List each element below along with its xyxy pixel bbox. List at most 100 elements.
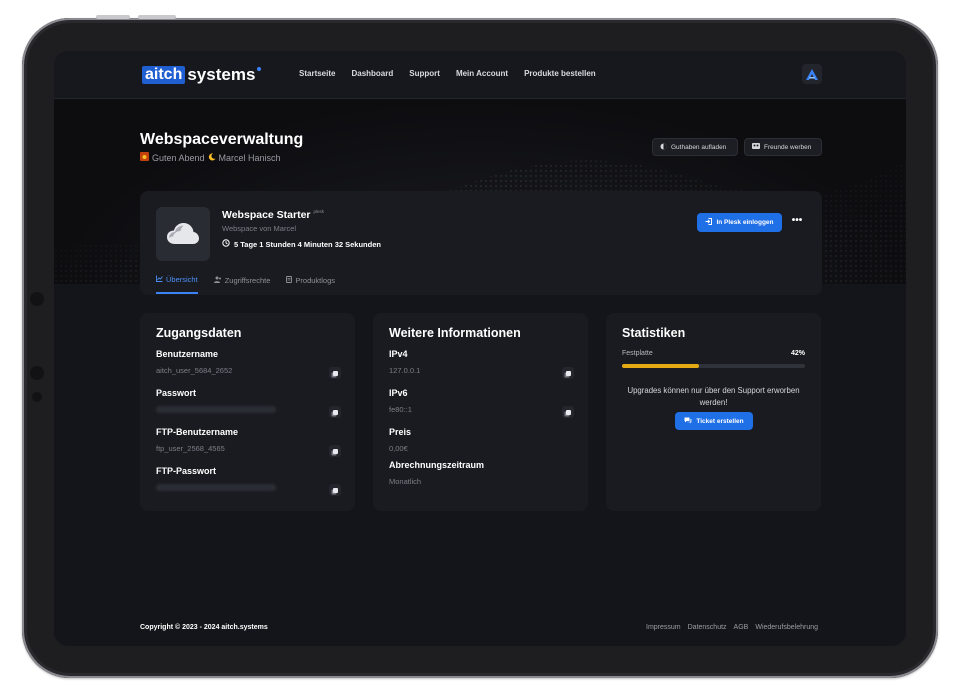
logo-text: systems bbox=[187, 65, 256, 84]
browser-screen: aitch systems Startseite Dashboard Suppo… bbox=[54, 51, 906, 646]
referral-label: Freunde werben bbox=[764, 143, 812, 151]
clock-icon bbox=[222, 239, 230, 249]
copy-icon bbox=[332, 487, 338, 493]
product-card: Webspace Starter plesk Webspace von Marce… bbox=[140, 191, 822, 295]
document-icon bbox=[286, 276, 293, 285]
credit-button[interactable]: Guthaben aufladen bbox=[652, 138, 738, 156]
billing-label: Abrechnungszeitraum bbox=[389, 460, 485, 470]
ftp-password-hidden-value bbox=[156, 484, 276, 491]
price-label: Preis bbox=[389, 427, 412, 437]
top-navbar: aitch systems Startseite Dashboard Suppo… bbox=[54, 51, 906, 99]
tablet-sensor bbox=[30, 366, 44, 380]
ftp-password-label: FTP-Passwort bbox=[156, 466, 217, 476]
ftp-username-field: FTP-Benutzername ftp_user_2568_4565 bbox=[156, 427, 341, 457]
credit-label: Guthaben aufladen bbox=[671, 143, 727, 151]
disk-usage-bar bbox=[622, 364, 805, 368]
tablet-camera bbox=[30, 292, 44, 306]
logo-dot bbox=[257, 67, 262, 71]
tablet-button-top bbox=[96, 15, 130, 19]
billing-field: Abrechnungszeitraum Monatlich bbox=[389, 460, 574, 486]
greeting-text: Guten Abend bbox=[152, 152, 205, 163]
ftp-username-label: FTP-Benutzername bbox=[156, 427, 239, 437]
ipv6-field: IPv6 fe80::1 bbox=[389, 388, 574, 418]
billing-value: Monatlich bbox=[389, 477, 422, 486]
ipv4-field: IPv4 127.0.0.1 bbox=[389, 349, 574, 379]
referral-button[interactable]: Freunde werben bbox=[744, 138, 822, 156]
disk-usage-header: Festplatte 42% bbox=[622, 350, 805, 357]
ipv4-label: IPv4 bbox=[389, 349, 408, 359]
product-name: Webspace Starter plesk bbox=[222, 209, 324, 221]
user-name: Marcel Hanisch bbox=[218, 152, 281, 163]
upgrade-note: Upgrades können nur über den Support erw… bbox=[627, 386, 800, 407]
plesk-login-label: In Plesk einloggen bbox=[716, 219, 774, 226]
footer-link-datenschutz[interactable]: Datenschutz bbox=[688, 624, 727, 631]
price-value: 0,00€ bbox=[389, 444, 408, 453]
copy-ftp-password-button[interactable] bbox=[329, 484, 341, 496]
main-nav: Startseite Dashboard Support Mein Accoun… bbox=[299, 69, 596, 78]
copy-ipv4-button[interactable] bbox=[562, 367, 574, 379]
tab-produktlogs-label: Produktlogs bbox=[295, 276, 336, 285]
ipv4-value: 127.0.0.1 bbox=[389, 366, 421, 375]
tab-uebersicht[interactable]: Übersicht bbox=[156, 275, 198, 294]
tab-zugriffsrechte[interactable]: Zugriffsrechte bbox=[213, 275, 270, 294]
product-tag: plesk bbox=[313, 209, 325, 214]
greeting: Guten Abend Marcel Hanisch bbox=[140, 152, 281, 163]
user-avatar[interactable] bbox=[802, 64, 822, 84]
nav-startseite[interactable]: Startseite bbox=[299, 69, 335, 78]
ipv6-value: fe80::1 bbox=[389, 405, 412, 414]
tab-produktlogs[interactable]: Produktlogs bbox=[286, 275, 335, 294]
copy-icon bbox=[332, 448, 338, 454]
moon-icon bbox=[208, 152, 216, 163]
ftp-password-field: FTP-Passwort bbox=[156, 466, 341, 496]
copy-ftp-username-button[interactable] bbox=[329, 445, 341, 457]
copy-password-button[interactable] bbox=[329, 406, 341, 418]
stats-card: Statistiken Festplatte 42% Upgrades könn… bbox=[606, 313, 821, 511]
info-title: Weitere Informationen bbox=[389, 326, 521, 340]
chart-icon bbox=[156, 275, 163, 284]
product-thumbnail bbox=[156, 207, 210, 261]
username-label: Benutzername bbox=[156, 349, 219, 359]
footer-copyright: Copyright © 2023 - 2024 aitch.systems bbox=[140, 624, 268, 631]
login-icon bbox=[705, 218, 713, 227]
password-hidden-value bbox=[156, 406, 276, 413]
product-tabs: Übersicht Zugriffsrechte Produktlogs bbox=[156, 275, 335, 294]
chat-icon bbox=[684, 417, 692, 426]
copy-icon bbox=[565, 370, 571, 376]
copy-icon bbox=[565, 409, 571, 415]
users-icon bbox=[213, 276, 222, 285]
plesk-login-button[interactable]: In Plesk einloggen bbox=[697, 213, 782, 232]
nav-dashboard[interactable]: Dashboard bbox=[351, 69, 393, 78]
create-ticket-button[interactable]: Ticket erstellen bbox=[675, 412, 753, 430]
ftp-username-value: ftp_user_2568_4565 bbox=[156, 444, 225, 453]
username-field: Benutzername aitch_user_5684_2652 bbox=[156, 349, 341, 379]
ipv6-label: IPv6 bbox=[389, 388, 408, 398]
more-options-button[interactable]: ••• bbox=[789, 213, 805, 232]
tab-uebersicht-label: Übersicht bbox=[166, 275, 198, 284]
sun-icon bbox=[140, 152, 149, 163]
nav-produkte-bestellen[interactable]: Produkte bestellen bbox=[524, 69, 596, 78]
cloud-icon bbox=[167, 223, 199, 244]
disk-usage-fill bbox=[622, 364, 699, 368]
nav-mein-account[interactable]: Mein Account bbox=[456, 69, 508, 78]
access-title: Zugangsdaten bbox=[156, 326, 242, 340]
product-time-remaining: 5 Tage 1 Stunden 4 Minuten 32 Sekunden bbox=[222, 239, 381, 249]
footer-link-agb[interactable]: AGB bbox=[734, 624, 749, 631]
footer-link-widerruf[interactable]: Wiederufsbelehrung bbox=[755, 624, 818, 631]
brand-a-icon bbox=[806, 68, 818, 80]
disk-label: Festplatte bbox=[622, 350, 653, 357]
tablet-button-top bbox=[138, 15, 176, 19]
disk-percent: 42% bbox=[790, 350, 805, 357]
copy-icon bbox=[332, 370, 338, 376]
wallet-icon bbox=[660, 143, 667, 152]
brand-logo[interactable]: aitch systems bbox=[142, 65, 262, 85]
page-title: Webspaceverwaltung bbox=[140, 131, 304, 148]
product-owner: Webspace von Marcel bbox=[222, 224, 297, 233]
nav-support[interactable]: Support bbox=[409, 69, 440, 78]
copy-ipv6-button[interactable] bbox=[562, 406, 574, 418]
password-field: Passwort bbox=[156, 388, 341, 418]
logo-box: aitch bbox=[142, 66, 186, 84]
time-remaining-text: 5 Tage 1 Stunden 4 Minuten 32 Sekunden bbox=[234, 239, 381, 249]
footer-link-impressum[interactable]: Impressum bbox=[646, 624, 681, 631]
people-icon bbox=[752, 143, 760, 151]
copy-username-button[interactable] bbox=[329, 367, 341, 379]
